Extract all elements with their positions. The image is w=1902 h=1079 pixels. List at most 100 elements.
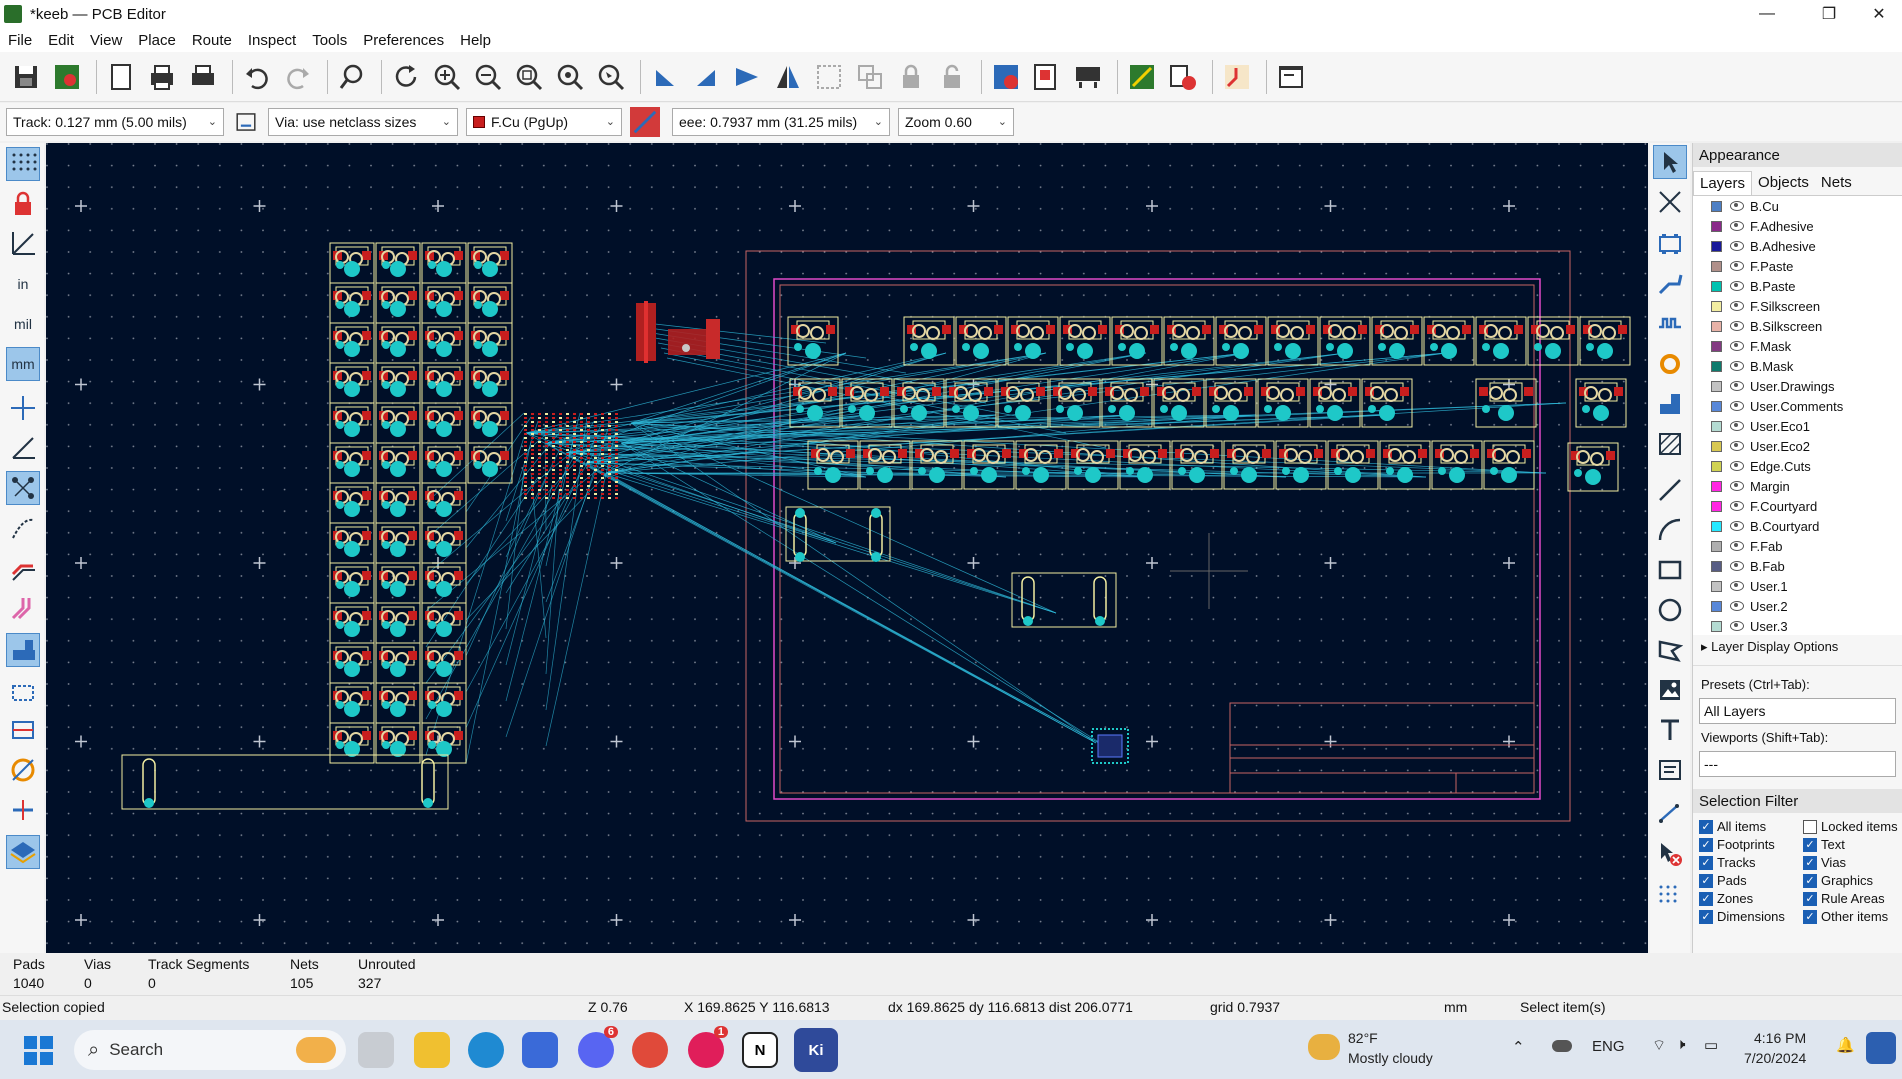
visibility-eye-icon[interactable] bbox=[1730, 581, 1744, 591]
layer-row[interactable]: Margin bbox=[1693, 476, 1902, 496]
presets-select[interactable]: All Layers bbox=[1699, 698, 1896, 724]
add-dimension-button[interactable] bbox=[1653, 797, 1687, 831]
grid-toggle-button[interactable] bbox=[6, 147, 40, 181]
via-size-select[interactable]: Via: use netclass sizes ⌄ bbox=[268, 108, 458, 136]
layer-color-swatch[interactable] bbox=[1711, 500, 1722, 512]
layer-color-swatch[interactable] bbox=[1711, 220, 1722, 232]
angle-snap-button[interactable] bbox=[6, 431, 40, 465]
selection-filter-checkbox[interactable]: ✓ Zones bbox=[1699, 891, 1803, 906]
draw-line-button[interactable] bbox=[1653, 473, 1687, 507]
grid-select[interactable]: eee: 0.7937 mm (31.25 mils) ⌄ bbox=[672, 108, 890, 136]
selection-filter-checkbox[interactable]: ✓ Vias bbox=[1803, 855, 1902, 870]
layer-row[interactable]: B.Paste bbox=[1693, 276, 1902, 296]
add-textbox-button[interactable] bbox=[1653, 753, 1687, 787]
visibility-eye-icon[interactable] bbox=[1730, 601, 1744, 611]
task-view-icon[interactable] bbox=[358, 1032, 394, 1068]
board-view[interactable] bbox=[46, 143, 1648, 953]
footprint-editor-button[interactable] bbox=[1070, 59, 1106, 95]
checkbox-icon[interactable]: ✓ bbox=[1699, 909, 1713, 924]
layer-color-swatch[interactable] bbox=[1711, 540, 1722, 552]
layer-color-swatch[interactable] bbox=[1711, 320, 1722, 332]
checkbox-icon[interactable]: ✓ bbox=[1803, 909, 1817, 924]
visibility-eye-icon[interactable] bbox=[1730, 241, 1744, 251]
layer-row[interactable]: B.Fab bbox=[1693, 556, 1902, 576]
plot-button[interactable] bbox=[185, 59, 221, 95]
visibility-eye-icon[interactable] bbox=[1730, 321, 1744, 331]
layer-row[interactable]: B.Cu bbox=[1693, 196, 1902, 216]
flip-button[interactable] bbox=[729, 59, 765, 95]
selection-filter-checkbox[interactable]: ✓ Rule Areas bbox=[1803, 891, 1902, 906]
ratsnest-button[interactable] bbox=[6, 471, 40, 505]
windows-start-icon[interactable] bbox=[24, 1036, 54, 1069]
add-text-button[interactable] bbox=[1653, 713, 1687, 747]
store-icon[interactable] bbox=[522, 1032, 558, 1068]
visibility-eye-icon[interactable] bbox=[1730, 261, 1744, 271]
add-rule-area-button[interactable] bbox=[1653, 427, 1687, 461]
layer-row[interactable]: Edge.Cuts bbox=[1693, 456, 1902, 476]
visibility-eye-icon[interactable] bbox=[1730, 461, 1744, 471]
print-button[interactable] bbox=[144, 59, 180, 95]
layer-color-swatch[interactable] bbox=[1711, 620, 1722, 632]
save-button[interactable] bbox=[8, 59, 44, 95]
checkbox-icon[interactable]: ✓ bbox=[1803, 873, 1817, 888]
zoom-in-button[interactable] bbox=[429, 59, 465, 95]
selection-filter-checkbox[interactable]: ✓ Tracks bbox=[1699, 855, 1803, 870]
zoom-fit-button[interactable] bbox=[511, 59, 547, 95]
visibility-eye-icon[interactable] bbox=[1730, 501, 1744, 511]
selection-filter-checkbox[interactable]: ✓ Other items bbox=[1803, 909, 1902, 924]
refresh-button[interactable] bbox=[388, 59, 424, 95]
checkbox-icon[interactable] bbox=[1803, 819, 1817, 834]
layer-color-swatch[interactable] bbox=[1711, 420, 1722, 432]
track-outline-button[interactable] bbox=[6, 591, 40, 625]
visibility-eye-icon[interactable] bbox=[1730, 301, 1744, 311]
visibility-eye-icon[interactable] bbox=[1730, 561, 1744, 571]
onedrive-icon[interactable] bbox=[1552, 1040, 1572, 1052]
clock-date[interactable]: 7/20/2024 bbox=[1744, 1050, 1806, 1066]
wifi-icon[interactable]: ⌔ bbox=[1652, 1036, 1666, 1055]
battery-icon[interactable]: ▭ bbox=[1704, 1036, 1718, 1054]
local-ratsnest-button[interactable] bbox=[1653, 185, 1687, 219]
zoom-selection-button[interactable] bbox=[593, 59, 629, 95]
layer-row[interactable]: F.Silkscreen bbox=[1693, 296, 1902, 316]
checkbox-icon[interactable]: ✓ bbox=[1803, 891, 1817, 906]
tab-nets[interactable]: Nets bbox=[1815, 171, 1858, 195]
draw-polygon-button[interactable] bbox=[1653, 633, 1687, 667]
menu-route[interactable]: Route bbox=[192, 32, 232, 49]
layer-row[interactable]: B.Silkscreen bbox=[1693, 316, 1902, 336]
checkbox-icon[interactable]: ✓ bbox=[1699, 819, 1713, 834]
add-image-button[interactable] bbox=[1653, 673, 1687, 707]
layer-color-swatch[interactable] bbox=[1711, 240, 1722, 252]
route-track-button[interactable] bbox=[1653, 267, 1687, 301]
menu-view[interactable]: View bbox=[90, 32, 122, 49]
add-via-button[interactable] bbox=[1653, 347, 1687, 381]
page-settings-button[interactable] bbox=[103, 59, 139, 95]
layer-row[interactable]: User.3 bbox=[1693, 616, 1902, 635]
polar-coords-button[interactable] bbox=[6, 227, 40, 261]
layer-row[interactable]: F.Courtyard bbox=[1693, 496, 1902, 516]
tab-layers[interactable]: Layers bbox=[1693, 171, 1753, 195]
layer-row[interactable]: User.Eco1 bbox=[1693, 416, 1902, 436]
draw-circle-button[interactable] bbox=[1653, 593, 1687, 627]
route-tool-button[interactable] bbox=[1219, 59, 1255, 95]
zoom-out-button[interactable] bbox=[470, 59, 506, 95]
checkbox-icon[interactable]: ✓ bbox=[1699, 855, 1713, 870]
minimize-button[interactable]: — bbox=[1744, 0, 1790, 28]
tune-length-button[interactable] bbox=[1653, 307, 1687, 341]
layer-row[interactable]: B.Adhesive bbox=[1693, 236, 1902, 256]
maximize-button[interactable]: ❐ bbox=[1806, 0, 1852, 28]
menu-place[interactable]: Place bbox=[138, 32, 176, 49]
layer-color-swatch[interactable] bbox=[1711, 440, 1722, 452]
cursor-style-button[interactable] bbox=[6, 391, 40, 425]
visibility-eye-icon[interactable] bbox=[1730, 521, 1744, 531]
inch-units-button[interactable]: in bbox=[6, 267, 40, 301]
delete-tool-button[interactable] bbox=[1653, 837, 1687, 871]
chevron-up-icon[interactable]: ⌃ bbox=[1512, 1038, 1525, 1056]
layer-color-swatch[interactable] bbox=[1711, 600, 1722, 612]
undo-button[interactable] bbox=[239, 59, 275, 95]
checkbox-icon[interactable]: ✓ bbox=[1803, 855, 1817, 870]
mil-units-button[interactable]: mil bbox=[6, 307, 40, 341]
visibility-eye-icon[interactable] bbox=[1730, 221, 1744, 231]
file-explorer-icon[interactable] bbox=[414, 1032, 450, 1068]
rotate-cw-button[interactable] bbox=[688, 59, 724, 95]
visibility-eye-icon[interactable] bbox=[1730, 541, 1744, 551]
